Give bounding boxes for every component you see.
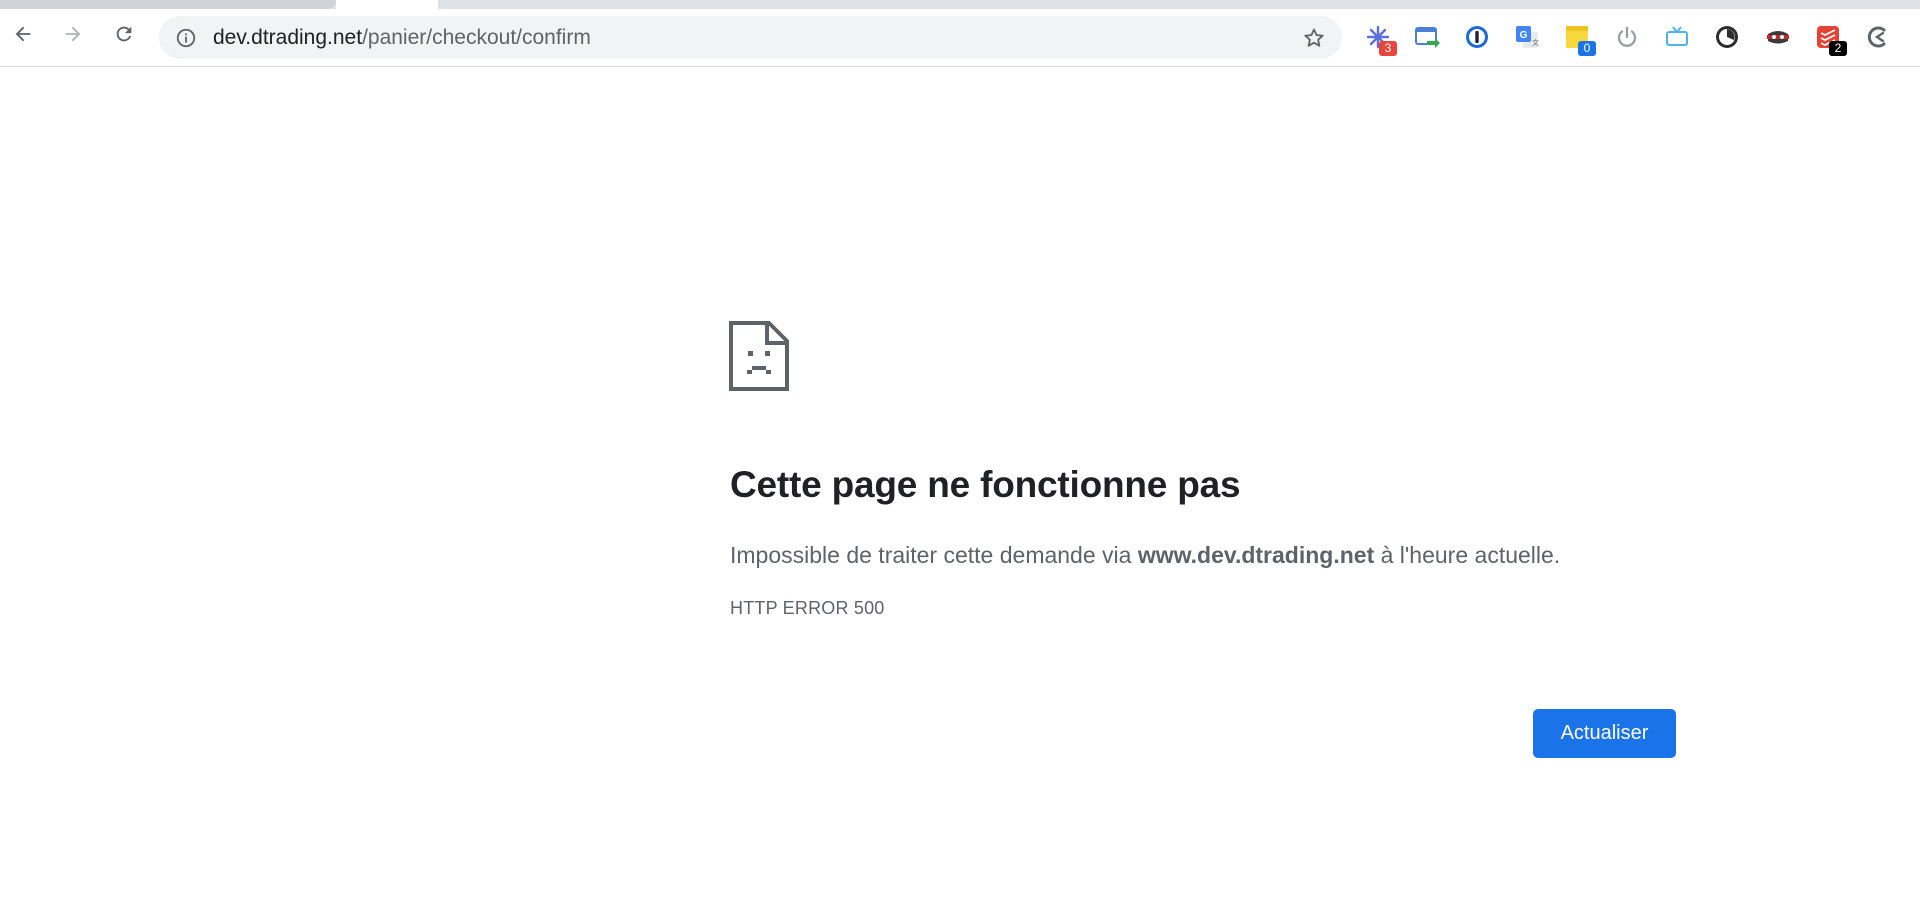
error-title: Cette page ne fonctionne pas xyxy=(730,464,1241,505)
sad-page-icon xyxy=(729,321,789,391)
error-code: HTTP ERROR 500 xyxy=(730,598,885,618)
svg-text:G: G xyxy=(1520,30,1528,41)
arrow-back-icon xyxy=(15,26,31,42)
incognito-mask-icon xyxy=(1767,31,1789,44)
inactive-tab[interactable] xyxy=(0,0,336,9)
screen-share-extension-button[interactable] xyxy=(1412,22,1442,52)
todoist-button[interactable]: 2 xyxy=(1813,22,1847,56)
error-host: www.dev.dtrading.net xyxy=(1137,542,1375,568)
active-tab[interactable] xyxy=(336,0,438,9)
timer-icon xyxy=(1716,26,1738,48)
tv-icon xyxy=(1666,26,1688,46)
timer-button[interactable] xyxy=(1712,22,1742,52)
crescent-c-icon xyxy=(1867,26,1886,48)
url-path: /panier/checkout/confirm xyxy=(362,26,591,49)
extension-badge: 0 xyxy=(1578,41,1596,56)
asterisk-extension-button[interactable]: 3 xyxy=(1363,22,1397,56)
sticky-notes-button[interactable]: 0 xyxy=(1562,22,1596,56)
arrow-forward-icon xyxy=(65,26,81,42)
error-description-suffix: à l'heure actuelle. xyxy=(1374,542,1561,568)
tab-strip xyxy=(0,0,1920,9)
back-button[interactable] xyxy=(8,19,38,49)
error-description-prefix: Impossible de traiter cette demande via xyxy=(730,542,1138,568)
reload-button[interactable]: Actualiser xyxy=(1533,709,1676,758)
forward-button[interactable] xyxy=(58,19,88,49)
url-host: dev.dtrading.net xyxy=(213,26,363,49)
reload-nav-button[interactable] xyxy=(109,19,139,49)
browser-toolbar: dev.dtrading.net/panier/checkout/confirm… xyxy=(0,9,1920,67)
info-icon[interactable] xyxy=(175,27,197,49)
screen-share-extension-icon xyxy=(1415,27,1440,48)
onepassword-icon xyxy=(1466,26,1488,48)
bookmark-star-icon[interactable] xyxy=(1302,26,1326,50)
extension-badge: 3 xyxy=(1379,41,1397,56)
address-bar[interactable]: dev.dtrading.net/panier/checkout/confirm xyxy=(159,16,1342,59)
tab-strip-background xyxy=(438,0,1920,9)
reload-icon xyxy=(116,26,132,42)
incognito-mask-button[interactable] xyxy=(1763,22,1793,52)
error-description: Impossible de traiter cette demande via … xyxy=(730,540,1560,570)
tv-button[interactable] xyxy=(1662,22,1692,52)
url-text[interactable]: dev.dtrading.net/panier/checkout/confirm xyxy=(213,27,591,49)
onepassword-button[interactable] xyxy=(1462,22,1492,52)
google-translate-icon: G 文 xyxy=(1516,26,1539,48)
extension-badge: 2 xyxy=(1829,41,1847,56)
svg-text:文: 文 xyxy=(1532,38,1539,47)
power-button[interactable] xyxy=(1612,22,1642,52)
google-translate-button[interactable]: G 文 xyxy=(1512,22,1542,52)
power-icon xyxy=(1617,26,1637,47)
crescent-c-button[interactable] xyxy=(1863,22,1893,52)
